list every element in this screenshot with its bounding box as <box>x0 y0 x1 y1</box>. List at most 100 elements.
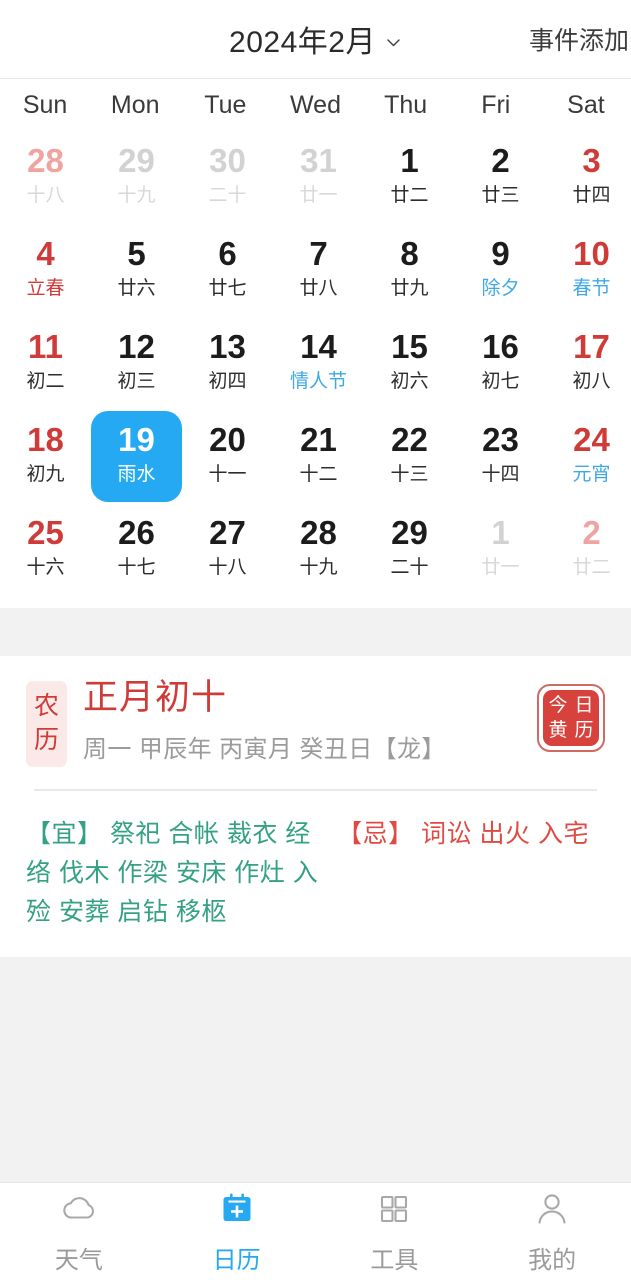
day-lunar-label: 春节 <box>572 278 611 300</box>
calendar-day-cell[interactable]: 10 春节 <box>546 224 631 317</box>
calendar-day-cell[interactable]: 29 二十 <box>364 503 455 596</box>
calendar-day-cell[interactable]: 1 廿一 <box>455 503 546 596</box>
day-cell-pill: 20 十一 <box>182 411 273 502</box>
calendar-day-cell[interactable]: 13 初四 <box>182 317 273 410</box>
tab-工具[interactable]: 工具 <box>316 1183 474 1280</box>
day-number: 11 <box>28 328 63 366</box>
calendar-day-cell[interactable]: 3 廿四 <box>546 131 631 224</box>
day-lunar-label: 廿七 <box>208 278 247 300</box>
ganzhi-subtitle: 周一 甲辰年 丙寅月 癸丑日【龙】 <box>83 735 446 763</box>
day-lunar-label: 十九 <box>299 557 338 579</box>
day-lunar-label: 十四 <box>481 464 520 486</box>
lunar-badge-char: 农 <box>33 692 59 720</box>
ji-items: 词讼 出火 入宅 <box>421 820 589 848</box>
calendar-day-cell[interactable]: 12 初三 <box>91 317 182 410</box>
lunar-badge: 农历 <box>26 681 67 767</box>
day-number: 12 <box>118 328 155 366</box>
day-cell-pill: 1 廿一 <box>455 504 546 595</box>
day-lunar-label: 廿一 <box>299 185 338 207</box>
day-cell-pill: 28 十九 <box>273 504 364 595</box>
day-number: 26 <box>118 514 155 552</box>
day-lunar-label: 廿九 <box>390 278 429 300</box>
day-lunar-label: 十九 <box>117 185 156 207</box>
tab-我的[interactable]: 我的 <box>473 1183 631 1280</box>
add-event-button[interactable]: 事件添加 <box>529 21 629 57</box>
day-cell-pill: 2 廿三 <box>455 132 546 223</box>
day-number: 13 <box>209 328 246 366</box>
chevron-down-icon[interactable] <box>385 34 402 51</box>
day-number: 28 <box>300 514 337 552</box>
calendar-day-cell[interactable]: 28 十八 <box>0 131 91 224</box>
calendar-day-cell[interactable]: 19 雨水 <box>91 410 182 503</box>
app-header: 2024年2月 事件添加 <box>0 0 631 78</box>
day-lunar-label: 廿二 <box>572 557 611 579</box>
day-lunar-label: 初二 <box>26 371 65 393</box>
day-lunar-label: 二十 <box>208 185 247 207</box>
calendar-day-cell[interactable]: 21 十二 <box>273 410 364 503</box>
page-filler <box>0 957 631 1182</box>
calendar-day-cell[interactable]: 16 初七 <box>455 317 546 410</box>
day-cell-pill: 23 十四 <box>455 411 546 502</box>
calendar-day-cell[interactable]: 2 廿二 <box>546 503 631 596</box>
calendar-plus-icon <box>216 1188 258 1230</box>
day-cell-pill: 28 十八 <box>0 132 91 223</box>
day-number: 20 <box>209 421 246 459</box>
page-title[interactable]: 2024年2月 <box>229 17 376 61</box>
day-lunar-label: 除夕 <box>481 278 520 300</box>
calendar-day-cell[interactable]: 6 廿七 <box>182 224 273 317</box>
calendar-day-cell[interactable]: 4 立春 <box>0 224 91 317</box>
calendar-day-cell[interactable]: 20 十一 <box>182 410 273 503</box>
calendar-day-cell[interactable]: 11 初二 <box>0 317 91 410</box>
calendar-day-cell[interactable]: 30 二十 <box>182 131 273 224</box>
day-cell-pill: 14 情人节 <box>273 318 364 409</box>
yi-column: 【宜】 祭祀 合帐 裁衣 经络 伐木 作梁 安床 作灶 入殓 安葬 启钻 移柩 <box>26 815 327 931</box>
calendar-day-cell[interactable]: 23 十四 <box>455 410 546 503</box>
calendar-day-cell[interactable]: 7 廿八 <box>273 224 364 317</box>
calendar-day-cell[interactable]: 14 情人节 <box>273 317 364 410</box>
calendar-day-cell[interactable]: 8 廿九 <box>364 224 455 317</box>
calendar-day-cell[interactable]: 18 初九 <box>0 410 91 503</box>
day-cell-pill: 3 廿四 <box>546 132 631 223</box>
calendar-day-cell[interactable]: 2 廿三 <box>455 131 546 224</box>
day-number: 16 <box>482 328 519 366</box>
calendar-day-cell[interactable]: 15 初六 <box>364 317 455 410</box>
day-lunar-label: 初七 <box>481 371 520 393</box>
weekday-header-row: Sun Mon Tue Wed Thu Fri Sat <box>0 79 631 131</box>
calendar-day-cell[interactable]: 27 十八 <box>182 503 273 596</box>
day-lunar-label: 十七 <box>117 557 156 579</box>
yi-ji-section: 【宜】 祭祀 合帐 裁衣 经络 伐木 作梁 安床 作灶 入殓 安葬 启钻 移柩 … <box>26 815 605 931</box>
calendar-day-cell[interactable]: 5 廿六 <box>91 224 182 317</box>
calendar-day-cell[interactable]: 29 十九 <box>91 131 182 224</box>
calendar-day-cell[interactable]: 24 元宵 <box>546 410 631 503</box>
calendar-day-cell[interactable]: 25 十六 <box>0 503 91 596</box>
calendar-day-cell[interactable]: 1 廿二 <box>364 131 455 224</box>
yi-line: 【宜】 祭祀 合帐 裁衣 经络 伐木 作梁 安床 作灶 入殓 安葬 启钻 移柩 <box>26 815 327 931</box>
calendar-grid: 28 十八 29 十九 30 二十 31 廿一 1 廿二 2 廿三 3 廿四 4 立春 5 廿六 6 廿七 7 廿八 8 廿九… <box>0 131 631 608</box>
huangli-button-char: 日 <box>574 694 594 716</box>
cloud-icon <box>58 1188 100 1230</box>
day-lunar-label: 二十 <box>390 557 429 579</box>
weekday-label: Mon <box>110 90 160 119</box>
day-number: 27 <box>209 514 246 552</box>
day-cell-pill: 17 初八 <box>546 318 631 409</box>
today-huangli-button[interactable]: 今日黄历 <box>537 684 605 752</box>
day-number: 14 <box>300 328 337 366</box>
day-lunar-label: 初四 <box>208 371 247 393</box>
day-cell-pill: 24 元宵 <box>546 411 631 502</box>
calendar-day-cell[interactable]: 17 初八 <box>546 317 631 410</box>
calendar-app-screen: 2024年2月 事件添加 Sun Mon Tue Wed Thu Fri Sat 28 十八 2… <box>0 0 631 1280</box>
calendar-day-cell[interactable]: 28 十九 <box>273 503 364 596</box>
calendar-day-cell[interactable]: 26 十七 <box>91 503 182 596</box>
huangli-button-char: 历 <box>574 720 594 741</box>
calendar-day-cell[interactable]: 22 十三 <box>364 410 455 503</box>
calendar-day-cell[interactable]: 31 廿一 <box>273 131 364 224</box>
day-lunar-label: 初八 <box>572 371 611 393</box>
tab-label: 工具 <box>370 1247 419 1274</box>
tab-天气[interactable]: 天气 <box>0 1183 158 1280</box>
day-cell-pill: 29 十九 <box>91 132 182 223</box>
day-cell-pill: 11 初二 <box>0 318 91 409</box>
tab-日历[interactable]: 日历 <box>158 1183 316 1280</box>
weekday-label: Sun <box>22 90 68 119</box>
ji-tag: 【忌】 <box>337 820 414 848</box>
calendar-day-cell[interactable]: 9 除夕 <box>455 224 546 317</box>
